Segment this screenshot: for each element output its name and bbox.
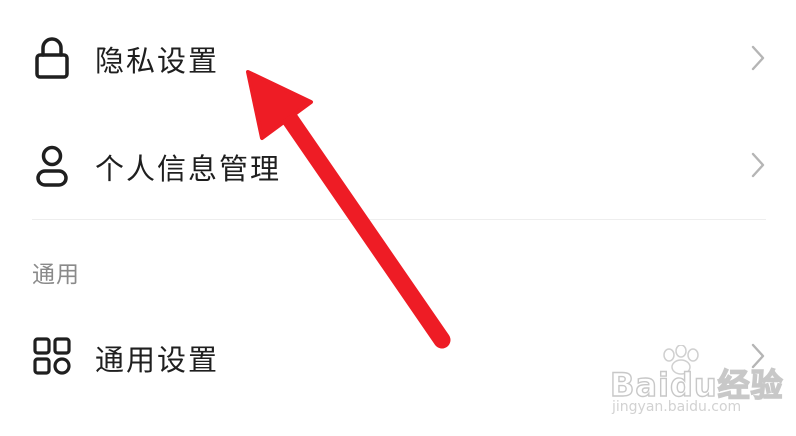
section-divider [32, 219, 766, 220]
settings-item-label: 通用设置 [95, 343, 220, 377]
chevron-right-icon [751, 343, 765, 369]
grid-icon [33, 337, 71, 375]
person-icon [36, 145, 68, 187]
settings-item-label: 个人信息管理 [95, 152, 282, 186]
lock-icon [35, 37, 69, 79]
settings-item-general[interactable]: 通用设置 [0, 307, 796, 407]
chevron-right-icon [751, 45, 765, 71]
settings-item-privacy[interactable]: 隐私设置 [0, 5, 796, 105]
chevron-right-icon [751, 152, 765, 178]
settings-item-label: 隐私设置 [95, 44, 220, 78]
settings-item-personal-info[interactable]: 个人信息管理 [0, 115, 796, 215]
section-header-general: 通用 [32, 262, 80, 288]
